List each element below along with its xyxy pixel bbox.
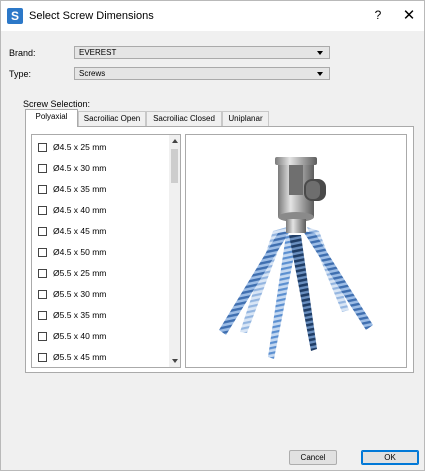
- ok-button[interactable]: OK: [361, 450, 419, 465]
- scrollbar-thumb[interactable]: [171, 149, 178, 183]
- tab-sacroiliac-closed[interactable]: Sacroiliac Closed: [146, 111, 222, 126]
- app-icon: S: [7, 8, 23, 24]
- checkbox[interactable]: [38, 164, 47, 173]
- screw-selection-label: Screw Selection:: [23, 99, 91, 109]
- list-item-label: Ø4.5 x 30 mm: [53, 163, 107, 173]
- screw-preview: [185, 134, 407, 368]
- list-item-label: Ø5.5 x 25 mm: [53, 268, 107, 278]
- chevron-down-icon: [317, 72, 323, 76]
- type-dropdown[interactable]: Screws: [74, 67, 330, 80]
- brand-value: EVEREST: [79, 48, 117, 57]
- scroll-up-arrow-icon[interactable]: [172, 139, 178, 143]
- checkbox[interactable]: [38, 353, 47, 362]
- list-item-label: Ø4.5 x 40 mm: [53, 205, 107, 215]
- checkbox[interactable]: [38, 290, 47, 299]
- list-item-label: Ø4.5 x 50 mm: [53, 247, 107, 257]
- checkbox[interactable]: [38, 206, 47, 215]
- pedicle-screw-image: [219, 157, 373, 359]
- brand-label: Brand:: [9, 48, 36, 58]
- list-scrollbar[interactable]: [169, 135, 180, 367]
- list-item-label: Ø5.5 x 40 mm: [53, 331, 107, 341]
- screw-list[interactable]: Ø4.5 x 25 mm Ø4.5 x 30 mm Ø4.5 x 35 mm Ø…: [31, 134, 181, 368]
- type-label: Type:: [9, 69, 32, 79]
- brand-dropdown[interactable]: EVEREST: [74, 46, 330, 59]
- checkbox[interactable]: [38, 227, 47, 236]
- type-value: Screws: [79, 69, 106, 78]
- chevron-down-icon: [317, 51, 323, 55]
- tab-sacroiliac-open[interactable]: Sacroiliac Open: [78, 111, 146, 126]
- list-item-label: Ø5.5 x 45 mm: [53, 352, 107, 362]
- checkbox[interactable]: [38, 185, 47, 194]
- help-button[interactable]: ?: [371, 8, 385, 22]
- list-item-label: Ø5.5 x 30 mm: [53, 289, 107, 299]
- checkbox[interactable]: [38, 143, 47, 152]
- dialog-window: S Select Screw Dimensions ? ✕ Brand: EVE…: [0, 0, 425, 471]
- tab-uniplanar[interactable]: Uniplanar: [222, 111, 269, 126]
- close-button[interactable]: ✕: [401, 6, 417, 24]
- window-title: Select Screw Dimensions: [29, 10, 154, 22]
- list-item-label: Ø4.5 x 35 mm: [53, 184, 107, 194]
- checkbox[interactable]: [38, 311, 47, 320]
- checkbox[interactable]: [38, 269, 47, 278]
- checkbox[interactable]: [38, 248, 47, 257]
- list-item-label: Ø4.5 x 45 mm: [53, 226, 107, 236]
- checkbox[interactable]: [38, 332, 47, 341]
- scroll-down-arrow-icon[interactable]: [172, 359, 178, 363]
- cancel-button[interactable]: Cancel: [289, 450, 337, 465]
- list-item-label: Ø5.5 x 35 mm: [53, 310, 107, 320]
- tab-polyaxial[interactable]: Polyaxial: [25, 109, 78, 127]
- list-item-label: Ø4.5 x 25 mm: [53, 142, 107, 152]
- title-bar: S Select Screw Dimensions ? ✕: [1, 1, 424, 31]
